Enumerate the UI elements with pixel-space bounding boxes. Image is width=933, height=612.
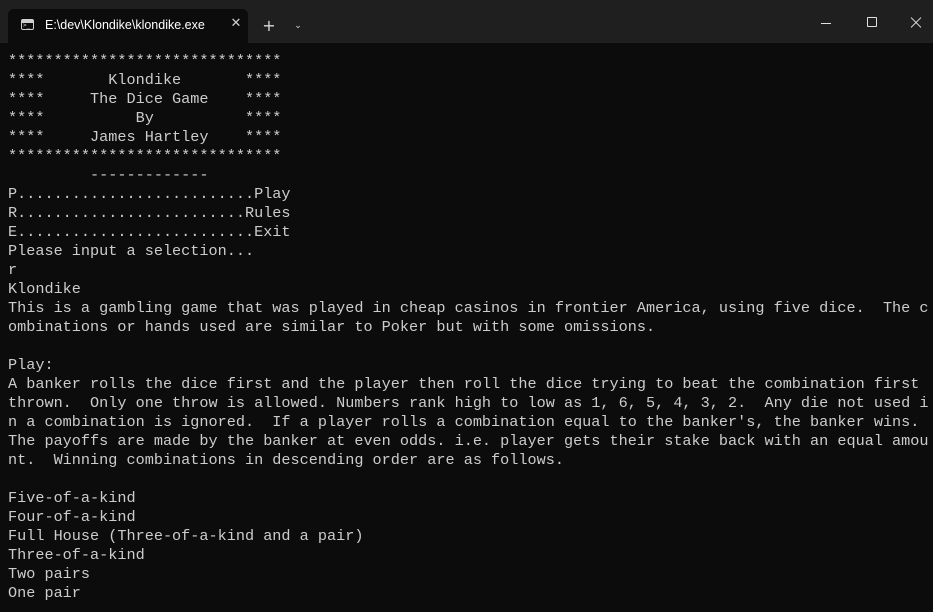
console-line: E..........................Exit xyxy=(8,223,291,241)
console-line: nt. Winning combinations in descending o… xyxy=(8,451,564,469)
tab-title: E:\dev\Klondike\klondike.exe xyxy=(45,18,205,32)
console-line: ****************************** xyxy=(8,147,282,165)
console-line: ------------- xyxy=(8,166,209,184)
console-line: Four-of-a-kind xyxy=(8,508,136,526)
console-line: **** James Hartley **** xyxy=(8,128,282,146)
console-line: ombinations or hands used are similar to… xyxy=(8,318,656,336)
console-output[interactable]: ****************************** **** Klon… xyxy=(0,43,933,612)
console-line: Please input a selection... xyxy=(8,242,255,260)
maximize-icon xyxy=(867,17,877,27)
console-line: Full House (Three-of-a-kind and a pair) xyxy=(8,527,364,545)
console-line: Klondike xyxy=(8,280,81,298)
minimize-button[interactable] xyxy=(803,2,849,42)
plus-icon[interactable]: + xyxy=(259,15,279,37)
chevron-down-icon[interactable]: ⌄ xyxy=(288,16,308,36)
console-line: **** Klondike **** xyxy=(8,71,282,89)
console-line: Three-of-a-kind xyxy=(8,546,145,564)
close-icon[interactable]: ✕ xyxy=(228,16,244,32)
console-line: Two pairs xyxy=(8,565,91,583)
console-line: This is a gambling game that was played … xyxy=(8,299,929,317)
console-line: One pair xyxy=(8,584,81,602)
console-line: Play: xyxy=(8,356,54,374)
console-line: R.........................Rules xyxy=(8,204,291,222)
console-line: n a combination is ignored. If a player … xyxy=(8,413,920,431)
console-line: Five-of-a-kind xyxy=(8,489,136,507)
console-text: ****************************** **** Klon… xyxy=(8,52,929,603)
console-line: P..........................Play xyxy=(8,185,291,203)
console-line: r xyxy=(8,261,18,279)
minimize-icon xyxy=(821,23,831,24)
tab-klondike[interactable]: >_ E:\dev\Klondike\klondike.exe ✕ xyxy=(8,9,248,43)
console-line: **** By **** xyxy=(8,109,282,127)
console-line: The payoffs are made by the banker at ev… xyxy=(8,432,929,450)
terminal-icon: >_ xyxy=(21,19,34,30)
console-line: ****************************** xyxy=(8,52,282,70)
maximize-button[interactable] xyxy=(849,2,895,42)
console-line: thrown. Only one throw is allowed. Numbe… xyxy=(8,394,929,412)
close-window-button[interactable] xyxy=(892,2,933,42)
console-line: A banker rolls the dice first and the pl… xyxy=(8,375,920,393)
console-line: **** The Dice Game **** xyxy=(8,90,282,108)
terminal-window: >_ E:\dev\Klondike\klondike.exe ✕ + ⌄ **… xyxy=(0,0,933,612)
title-bar[interactable]: >_ E:\dev\Klondike\klondike.exe ✕ + ⌄ xyxy=(0,0,933,43)
